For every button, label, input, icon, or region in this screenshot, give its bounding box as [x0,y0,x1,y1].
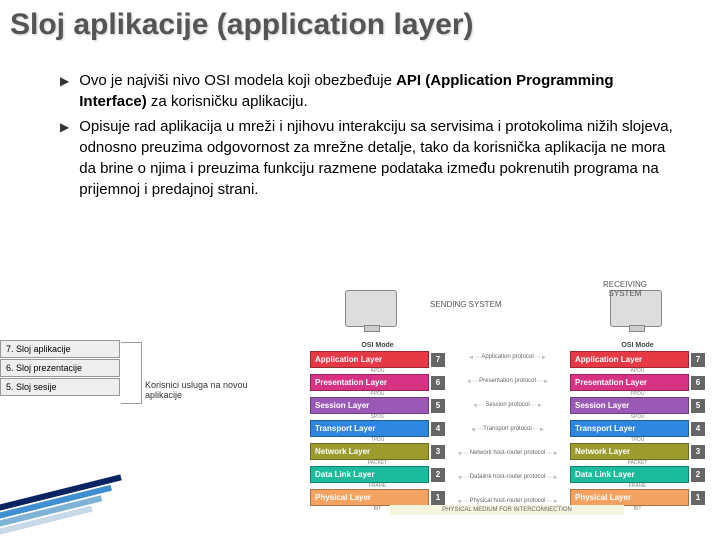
osi-row: Application Layer7 [310,351,445,368]
osi-layer-4: Transport Layer [570,420,689,437]
protocol-label: ◄┄┄ Presentation protocol ┄┄► [450,372,565,390]
osi-num: 6 [691,376,705,390]
osi-num: 4 [691,422,705,436]
osi-num: 3 [691,445,705,459]
osi-layer-5: Session Layer [310,397,429,414]
osi-header: OSI Mode [570,340,705,351]
physical-medium-label: PHYSICAL MEDIUM FOR INTERCONNECTION [390,505,624,515]
osi-row: Presentation Layer6 [310,374,445,391]
layer-box-7: 7. Sloj aplikacije [0,340,120,358]
osi-layer-4: Transport Layer [310,420,429,437]
layer-box-5: 5. Sloj sesije [0,378,120,396]
osi-row: Network Layer3 [570,443,705,460]
bullet-1: ▶ Ovo je najviši nivo OSI modela koji ob… [60,70,680,112]
content-area: ▶ Ovo je najviši nivo OSI modela koji ob… [0,50,720,200]
osi-row: Data Link Layer2 [310,466,445,483]
osi-stack-right: OSI Mode Application Layer7APDUPresentat… [570,340,705,512]
left-caption: Korisnici usluga na novou aplikacije [145,380,265,400]
osi-layer-6: Presentation Layer [310,374,429,391]
osi-row: Session Layer5 [310,397,445,414]
bracket-icon [121,342,142,404]
protocol-label: ◄┄┄ Session protocol ┄┄► [450,396,565,414]
osi-layer-2: Data Link Layer [570,466,689,483]
bullet-marker-icon: ▶ [60,73,69,112]
receiving-label: RECEIVING SYSTEM [590,280,660,298]
decorative-flash [0,495,120,545]
osi-layer-2: Data Link Layer [310,466,429,483]
bullet-marker-icon: ▶ [60,119,69,200]
left-boxes: 7. Sloj aplikacije 6. Sloj prezentacije … [0,340,120,397]
protocol-label: ◄┄┄ Datalink host-router protocol ┄┄► [450,468,565,486]
osi-header: OSI Mode [310,340,445,351]
osi-row: Physical Layer1 [570,489,705,506]
osi-layer-1: Physical Layer [570,489,689,506]
osi-layer-3: Network Layer [570,443,689,460]
osi-layer-5: Session Layer [570,397,689,414]
osi-row: Network Layer3 [310,443,445,460]
bullet-text: Opisuje rad aplikacija u mreži i njihovu… [79,116,680,200]
osi-diagram: SENDING SYSTEM RECEIVING SYSTEM OSI Mode… [290,290,710,520]
osi-row: Presentation Layer6 [570,374,705,391]
protocol-label: ◄┄┄ Transport protocol ┄┄► [450,420,565,438]
osi-layer-1: Physical Layer [310,489,429,506]
left-diagram: 7. Sloj aplikacije 6. Sloj prezentacije … [0,340,260,460]
osi-layer-7: Application Layer [310,351,429,368]
osi-stack-left: OSI Mode Application Layer7APDUPresentat… [310,340,445,512]
osi-row: Transport Layer4 [570,420,705,437]
osi-num: 5 [431,399,445,413]
monitor-icon [345,290,397,327]
osi-layer-3: Network Layer [310,443,429,460]
protocol-label: ◄┄┄ Network host-router protocol ┄┄► [450,444,565,462]
osi-num: 3 [431,445,445,459]
osi-num: 7 [431,353,445,367]
osi-row: Transport Layer4 [310,420,445,437]
osi-num: 2 [691,468,705,482]
osi-layer-7: Application Layer [570,351,689,368]
osi-num: 6 [431,376,445,390]
bullet-2: ▶ Opisuje rad aplikacija u mreži i njiho… [60,116,680,200]
osi-layer-6: Presentation Layer [570,374,689,391]
osi-num: 7 [691,353,705,367]
osi-row: Application Layer7 [570,351,705,368]
osi-row: Session Layer5 [570,397,705,414]
sending-label: SENDING SYSTEM [430,300,502,309]
slide-title: Sloj aplikacije (application layer) [0,0,720,50]
osi-row: Physical Layer1 [310,489,445,506]
bullet-text: Ovo je najviši nivo OSI modela koji obez… [79,70,680,112]
osi-row: Data Link Layer2 [570,466,705,483]
osi-num: 4 [431,422,445,436]
osi-num: 1 [691,491,705,505]
layer-box-6: 6. Sloj prezentacije [0,359,120,377]
osi-num: 1 [431,491,445,505]
protocol-column: ◄┄┄ Application protocol ┄┄► ◄┄┄ Presenta… [450,348,565,516]
osi-num: 5 [691,399,705,413]
osi-num: 2 [431,468,445,482]
protocol-label: ◄┄┄ Application protocol ┄┄► [450,348,565,366]
